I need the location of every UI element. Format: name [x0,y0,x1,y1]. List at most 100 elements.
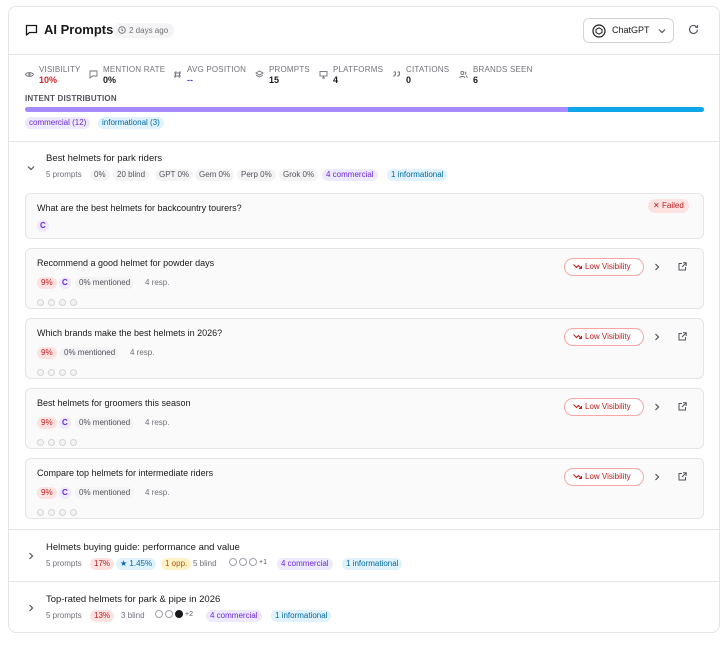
prompt-question: What are the best helmets for backcountr… [37,203,242,213]
group-gpt-badge: GPT 0% [155,169,194,181]
group-prompt-count: 5 prompts [46,611,82,620]
prompt-card[interactable]: What are the best helmets for backcountr… [25,193,704,239]
metric-value: -- [187,75,193,85]
chevron-right-icon[interactable] [654,333,660,341]
group-blind-count: 3 blind [121,611,145,620]
model-select[interactable]: ChatGPT [583,18,674,43]
metric-label: BRANDS SEEN [473,65,533,74]
mentioned-badge: 0% mentioned [60,347,120,359]
metric-visibility: VISIBILITY 10% [25,65,85,87]
eye-icon [25,72,34,77]
group-commercial-badge: 4 commercial [277,558,333,570]
platform-icon [249,558,257,566]
prompt-question: Which brands make the best helmets in 20… [37,328,223,338]
low-visibility-button[interactable]: Low Visibility [564,328,644,346]
platform-icon [239,558,247,566]
page-title: AI Prompts [44,22,114,37]
message-icon [89,70,98,79]
group-title[interactable]: Best helmets for park riders [46,153,162,164]
chevron-right-icon[interactable] [654,263,660,271]
section-divider [9,141,719,142]
group-visibility-badge: 13% [90,610,115,622]
low-visibility-button[interactable]: Low Visibility [564,398,644,416]
chevron-down-icon [658,29,666,34]
platform-icon [175,610,183,618]
group-title[interactable]: Helmets buying guide: performance and va… [46,542,240,553]
card-header: AI Prompts 2 days ago ChatGPT [9,7,719,54]
group-title[interactable]: Top-rated helmets for park & pipe in 202… [46,594,220,605]
external-link-icon[interactable] [678,472,687,481]
quote-icon [393,71,400,77]
metric-value: 0 [406,75,412,85]
prompt-card[interactable]: Which brands make the best helmets in 20… [25,318,704,379]
mentioned-badge: 0% mentioned [75,417,135,429]
group-informational-badge: 1 informational [271,610,332,622]
metric-label: PLATFORMS [333,65,384,74]
chevron-right-icon[interactable] [654,473,660,481]
prompt-card[interactable]: Recommend a good helmet for powder days … [25,248,704,309]
mentioned-badge: 0% mentioned [75,277,135,289]
group-commercial-badge: 4 commercial [206,610,262,622]
low-visibility-label: Low Visibility [585,402,631,411]
section-divider [9,581,719,582]
commercial-tag: C [59,417,71,429]
metric-label: MENTION RATE [103,65,166,74]
failed-badge: ✕ Failed [648,199,689,213]
metric-label: CITATIONS [406,65,450,74]
monitor-icon [319,71,328,79]
platform-icons: +1 [229,558,267,568]
platform-icons: +2 [155,610,193,620]
external-link-icon[interactable] [678,332,687,341]
platform-icon [165,610,173,618]
platform-icon [229,558,237,566]
platform-dots [37,293,81,306]
chevron-right-icon[interactable] [654,403,660,411]
chatgpt-logo-icon [592,24,606,38]
more-platforms: +1 [259,558,267,566]
trending-down-icon [573,474,582,479]
group-grok-badge: Grok 0% [279,169,319,181]
mentioned-badge: 0% mentioned [75,487,135,499]
group-gem-badge: Gem 0% [195,169,235,181]
users-icon [459,71,468,79]
group-informational-badge: 1 informational [342,558,403,570]
prompt-card[interactable]: Best helmets for groomers this season 9%… [25,388,704,449]
responses-count: 4 resp. [130,348,155,357]
hash-icon [174,70,181,79]
platform-icon [155,610,163,618]
chevron-right-icon[interactable] [27,552,35,560]
commercial-tag: C [59,487,71,499]
platform-dots [37,433,81,446]
responses-count: 4 resp. [145,278,170,287]
intent-bar-commercial [25,107,568,112]
group-prompt-count: 5 prompts [46,559,82,568]
refresh-icon[interactable] [688,24,699,35]
trending-down-icon [573,404,582,409]
x-icon: ✕ [653,201,660,210]
intent-commercial-badge: commercial (12) [25,117,91,129]
clock-icon [118,26,126,34]
group-prompt-count: 5 prompts [46,170,82,179]
responses-count: 4 resp. [145,418,170,427]
prompt-card[interactable]: Compare top helmets for intermediate rid… [25,458,704,519]
external-link-icon[interactable] [678,262,687,271]
low-visibility-button[interactable]: Low Visibility [564,258,644,276]
chevron-right-icon[interactable] [27,604,35,612]
failed-label: Failed [662,201,684,210]
chevron-down-icon[interactable] [27,164,35,172]
metric-platforms: PLATFORMS 4 [319,65,385,87]
trending-down-icon [573,264,582,269]
prompt-question: Recommend a good helmet for powder days [37,258,215,268]
group-blind-badge: 20 blind [113,169,150,181]
model-select-label: ChatGPT [612,25,650,35]
time-badge: 2 days ago [113,23,175,38]
low-visibility-button[interactable]: Low Visibility [564,468,644,486]
group-visibility-badge: 17% [90,558,115,570]
platform-dots [37,363,81,376]
group-opportunity-badge: 1 opp. [161,558,192,570]
metric-value: 6 [473,75,479,85]
visibility-badge: 9% [37,277,57,289]
low-visibility-label: Low Visibility [585,262,631,271]
prompt-question: Best helmets for groomers this season [37,398,191,408]
external-link-icon[interactable] [678,402,687,411]
